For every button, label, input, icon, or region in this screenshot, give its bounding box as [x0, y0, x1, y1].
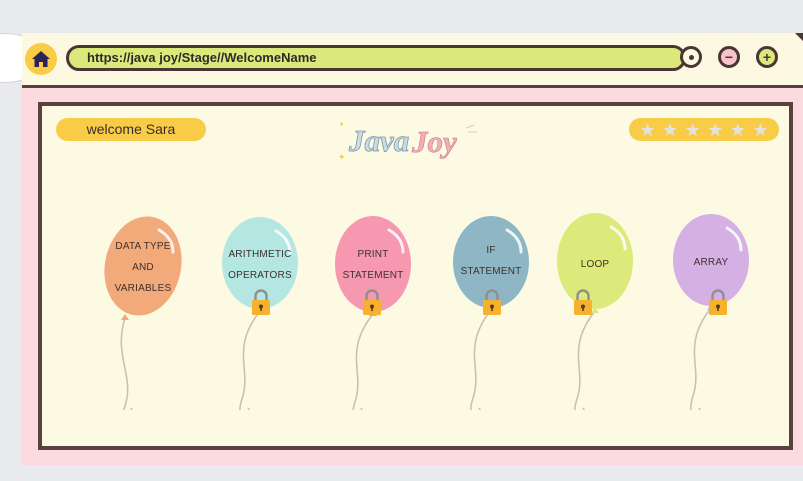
balloon-label-line: AND [132, 262, 154, 273]
balloon-string [120, 317, 133, 410]
balloon-label-line: STATEMENT [460, 266, 522, 277]
balloon-label: DATA TYPE AND VARIABLES [98, 236, 188, 299]
browser-toolbar: https://java joy/Stage//WelcomeName − + [22, 33, 803, 88]
balloon-string [690, 307, 712, 410]
balloon-label-line: IF [486, 245, 496, 256]
lesson-balloon[interactable]: PRINT STATEMENT [328, 210, 418, 410]
balloon-graphic [557, 213, 633, 410]
star-icon: ★ [729, 119, 746, 140]
balloon-label-line: OPERATORS [228, 270, 292, 281]
balloon-label-line: VARIABLES [114, 283, 172, 294]
lesson-balloon[interactable]: ARRAY [666, 210, 756, 410]
balloon-label: LOOP [550, 254, 640, 275]
corner-decoration [795, 33, 803, 41]
balloon-string [352, 313, 374, 410]
balloon-label: ARRAY [666, 252, 756, 273]
plus-icon: + [762, 49, 772, 65]
balloon-label-line: STATEMENT [342, 270, 404, 281]
star-icon: ★ [752, 119, 769, 140]
star-rating: ★ ★ ★ ★ ★ ★ [629, 118, 779, 141]
balloon-string [470, 309, 492, 410]
balloon-string [574, 310, 596, 410]
javajoy-logo: ✦ Java Joy [338, 122, 477, 162]
balloon-label-line: DATA TYPE [115, 241, 171, 252]
svg-text:✦: ✦ [338, 152, 346, 162]
lock-icon [483, 289, 501, 315]
lock-icon [252, 289, 270, 315]
lock-icon [363, 289, 381, 315]
balloon-label-line: ARRAY [693, 257, 729, 268]
lesson-balloon[interactable]: IF STATEMENT [446, 210, 536, 410]
balloon-string [239, 310, 261, 410]
lock-icon [574, 289, 592, 315]
home-button[interactable] [25, 43, 57, 75]
lesson-balloon[interactable]: ARITHMETIC OPERATORS [215, 210, 305, 410]
balloon-label: IF STATEMENT [446, 240, 536, 282]
star-icon: ★ [639, 119, 656, 140]
lesson-balloon[interactable]: DATA TYPE AND VARIABLES [98, 210, 188, 410]
balloon-knot [121, 314, 129, 320]
balloon-label: ARITHMETIC OPERATORS [215, 244, 305, 286]
lesson-balloon[interactable]: LOOP [550, 210, 640, 410]
welcome-badge: welcome Sara [56, 118, 206, 141]
dot-icon [688, 54, 694, 60]
app-window: https://java joy/Stage//WelcomeName − + … [22, 33, 803, 465]
star-icon: ★ [662, 119, 679, 140]
minus-icon: − [724, 49, 734, 65]
minimize-button[interactable]: − [718, 46, 740, 68]
balloon-label-line: ARITHMETIC [228, 249, 292, 260]
url-bar[interactable]: https://java joy/Stage//WelcomeName [66, 45, 686, 71]
balloon-label: PRINT STATEMENT [328, 244, 418, 286]
record-button[interactable] [680, 46, 702, 68]
zoom-in-button[interactable]: + [756, 46, 778, 68]
svg-text:Java: Java [348, 123, 409, 158]
star-icon: ★ [684, 119, 701, 140]
svg-text:Joy: Joy [411, 124, 457, 159]
balloon-label-line: LOOP [580, 259, 610, 270]
balloon-label-line: PRINT [357, 249, 389, 260]
stage-panel: welcome Sara ✦ Java Joy ★ ★ ★ ★ ★ ★ DATA… [38, 102, 793, 450]
lock-icon [709, 289, 727, 315]
home-icon [32, 51, 50, 67]
star-icon: ★ [707, 119, 724, 140]
